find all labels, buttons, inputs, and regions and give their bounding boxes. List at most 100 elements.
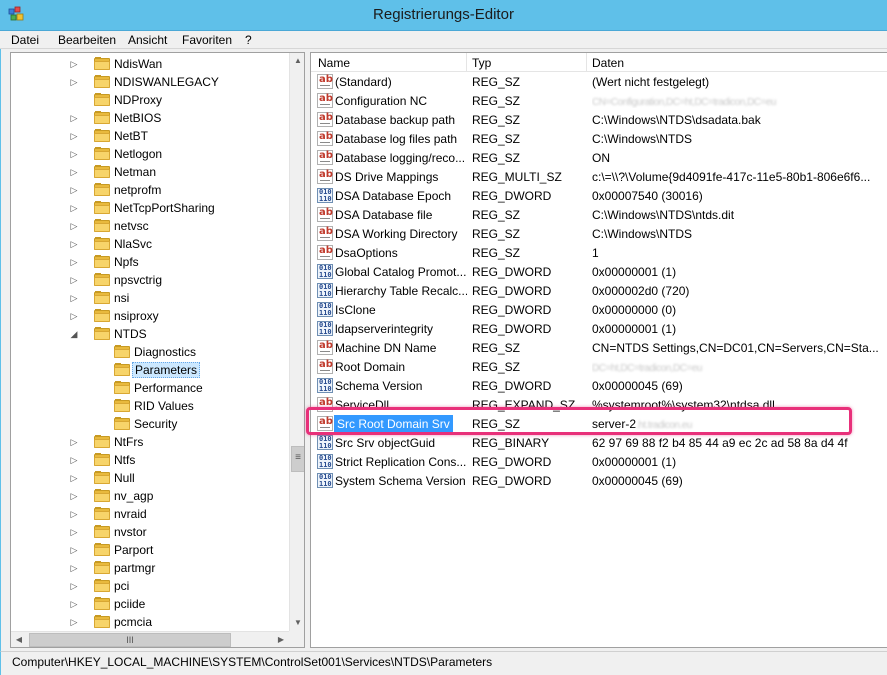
- scroll-down-icon[interactable]: ▼: [290, 615, 304, 631]
- expand-arrow-icon[interactable]: ▷: [69, 147, 79, 161]
- value-row[interactable]: ab Database log files path REG_SZ C:\Window…: [311, 129, 887, 148]
- expand-arrow-icon[interactable]: ▷: [69, 489, 79, 503]
- expand-arrow-icon[interactable]: ▷: [69, 579, 79, 593]
- tree-item[interactable]: ▷ Ntfs: [11, 451, 289, 469]
- expand-arrow-icon[interactable]: ▷: [69, 309, 79, 323]
- column-type-header[interactable]: Typ: [472, 56, 491, 70]
- tree-item[interactable]: ▷ Netman: [11, 163, 289, 181]
- expand-arrow-icon[interactable]: ▷: [69, 201, 79, 215]
- value-row[interactable]: 010 110 Strict Replication Cons... REG_DWOR…: [311, 452, 887, 471]
- value-row[interactable]: ab Machine DN Name REG_SZ CN=NTDS Settings,…: [311, 338, 887, 357]
- value-row[interactable]: ab Database logging/reco... REG_SZ ON: [311, 148, 887, 167]
- tree-item[interactable]: ▷ pciide: [11, 595, 289, 613]
- expand-arrow-icon[interactable]: ▷: [69, 255, 79, 269]
- value-row[interactable]: 010 110 DSA Database Epoch REG_DWORD 0x00007…: [311, 186, 887, 205]
- tree-item[interactable]: ▷ Netlogon: [11, 145, 289, 163]
- tree-item[interactable]: ▷ NetBT: [11, 127, 289, 145]
- expand-arrow-icon[interactable]: ▷: [69, 615, 79, 629]
- tree-item[interactable]: ▷ NdisWan: [11, 55, 289, 73]
- value-row[interactable]: 010 110 Global Catalog Promot... REG_DWORD 0…: [311, 262, 887, 281]
- menu-help[interactable]: ?: [245, 33, 252, 47]
- menu-ansicht[interactable]: Ansicht: [128, 33, 167, 47]
- tree-item[interactable]: ▷ Parport: [11, 541, 289, 559]
- expand-arrow-icon[interactable]: ▷: [69, 165, 79, 179]
- expand-arrow-icon[interactable]: ▷: [69, 597, 79, 611]
- expand-arrow-icon[interactable]: ▷: [69, 219, 79, 233]
- tree-item[interactable]: ▷ netprofm: [11, 181, 289, 199]
- horizontal-scroll-thumb[interactable]: III: [29, 633, 231, 647]
- tree-item[interactable]: ▷ NDISWANLEGACY: [11, 73, 289, 91]
- tree-item[interactable]: RID Values: [11, 397, 289, 415]
- expand-arrow-icon[interactable]: ▷: [69, 57, 79, 71]
- tree-item[interactable]: ▷ pci: [11, 577, 289, 595]
- column-data-header[interactable]: Daten: [592, 56, 624, 70]
- tree-item[interactable]: ◢ NTDS: [11, 325, 289, 343]
- tree-item[interactable]: Parameters: [11, 361, 289, 379]
- title-bar[interactable]: Registrierungs-Editor: [0, 0, 887, 31]
- value-row[interactable]: 010 110 IsClone REG_DWORD 0x00000000 (0): [311, 300, 887, 319]
- expand-arrow-icon[interactable]: ▷: [69, 237, 79, 251]
- expand-arrow-icon[interactable]: ▷: [69, 111, 79, 125]
- scroll-up-icon[interactable]: ▲: [290, 53, 304, 69]
- column-name-header[interactable]: Name: [318, 56, 350, 70]
- value-row[interactable]: ab (Standard) REG_SZ (Wert nicht festgelegt…: [311, 72, 887, 91]
- tree-item[interactable]: Security: [11, 415, 289, 433]
- value-row[interactable]: 010 110 ldapserverintegrity REG_DWORD 0x0000…: [311, 319, 887, 338]
- value-row[interactable]: ab DS Drive Mappings REG_MULTI_SZ c:\=\\?\V…: [311, 167, 887, 186]
- scroll-left-icon[interactable]: ◀: [11, 632, 27, 647]
- key-tree[interactable]: ▷ NdisWan ▷ NDISWANLEGACY NDProxy ▷ NetBIOS ▷ Ne…: [11, 53, 289, 631]
- values-pane[interactable]: Name Typ Daten ab (Standard) REG_SZ (Wert n…: [310, 52, 887, 648]
- tree-item[interactable]: ▷ partmgr: [11, 559, 289, 577]
- tree-item[interactable]: ▷ nvraid: [11, 505, 289, 523]
- expand-arrow-icon[interactable]: ▷: [69, 183, 79, 197]
- expand-arrow-icon[interactable]: ▷: [69, 543, 79, 557]
- tree-item[interactable]: ▷ nvstor: [11, 523, 289, 541]
- value-row[interactable]: ab DsaOptions REG_SZ 1: [311, 243, 887, 262]
- column-separator[interactable]: [586, 53, 587, 72]
- tree-item[interactable]: ▷ NtFrs: [11, 433, 289, 451]
- tree-horizontal-scrollbar[interactable]: ◀ III ▶: [11, 631, 289, 647]
- key-tree-pane[interactable]: ▷ NdisWan ▷ NDISWANLEGACY NDProxy ▷ NetBIOS ▷ Ne…: [10, 52, 305, 648]
- value-row[interactable]: ab Configuration NC REG_SZ CN=Configuration…: [311, 91, 887, 110]
- value-row[interactable]: ab DSA Working Directory REG_SZ C:\Windows\…: [311, 224, 887, 243]
- menu-bearbeiten[interactable]: Bearbeiten: [58, 33, 116, 47]
- tree-item[interactable]: ▷ netvsc: [11, 217, 289, 235]
- expand-arrow-icon[interactable]: ▷: [69, 525, 79, 539]
- expand-arrow-icon[interactable]: ▷: [69, 273, 79, 287]
- value-row[interactable]: 010 110 Hierarchy Table Recalc... REG_DWORD…: [311, 281, 887, 300]
- collapse-arrow-icon[interactable]: ◢: [69, 327, 79, 341]
- value-row[interactable]: ab DSA Database file REG_SZ C:\Windows\NTDS…: [311, 205, 887, 224]
- value-row[interactable]: 010 110 Schema Version REG_DWORD 0x00000045 …: [311, 376, 887, 395]
- tree-item[interactable]: ▷ Null: [11, 469, 289, 487]
- expand-arrow-icon[interactable]: ▷: [69, 453, 79, 467]
- tree-item[interactable]: ▷ nsi: [11, 289, 289, 307]
- expand-arrow-icon[interactable]: ▷: [69, 507, 79, 521]
- tree-item[interactable]: Diagnostics: [11, 343, 289, 361]
- menu-favoriten[interactable]: Favoriten: [182, 33, 232, 47]
- value-row[interactable]: ab Database backup path REG_SZ C:\Windows\N…: [311, 110, 887, 129]
- tree-item[interactable]: ▷ NetBIOS: [11, 109, 289, 127]
- expand-arrow-icon[interactable]: ▷: [69, 561, 79, 575]
- menu-datei[interactable]: Datei: [11, 33, 39, 47]
- expand-arrow-icon[interactable]: ▷: [69, 291, 79, 305]
- expand-arrow-icon[interactable]: ▷: [69, 75, 79, 89]
- value-row[interactable]: 010 110 System Schema Version REG_DWORD 0x00…: [311, 471, 887, 490]
- tree-item[interactable]: ▷ pcmcia: [11, 613, 289, 631]
- value-row[interactable]: ab Root Domain REG_SZ DC=ht,DC=tradicon,DC=…: [311, 357, 887, 376]
- scroll-right-icon[interactable]: ▶: [273, 632, 289, 647]
- tree-item[interactable]: NDProxy: [11, 91, 289, 109]
- tree-vertical-scrollbar[interactable]: ▲ ≡ ▼: [289, 53, 304, 631]
- scroll-thumb[interactable]: ≡: [291, 446, 304, 472]
- expand-arrow-icon[interactable]: ▷: [69, 471, 79, 485]
- tree-item[interactable]: Performance: [11, 379, 289, 397]
- tree-item[interactable]: ▷ NlaSvc: [11, 235, 289, 253]
- tree-item[interactable]: ▷ npsvctrig: [11, 271, 289, 289]
- tree-item[interactable]: ▷ nsiproxy: [11, 307, 289, 325]
- tree-item[interactable]: ▷ Npfs: [11, 253, 289, 271]
- expand-arrow-icon[interactable]: ▷: [69, 129, 79, 143]
- column-separator[interactable]: [466, 53, 467, 72]
- tree-item[interactable]: ▷ NetTcpPortSharing: [11, 199, 289, 217]
- expand-arrow-icon[interactable]: ▷: [69, 435, 79, 449]
- tree-item[interactable]: ▷ nv_agp: [11, 487, 289, 505]
- value-row[interactable]: 010 110 Src Srv objectGuid REG_BINARY 62 97 …: [311, 433, 887, 452]
